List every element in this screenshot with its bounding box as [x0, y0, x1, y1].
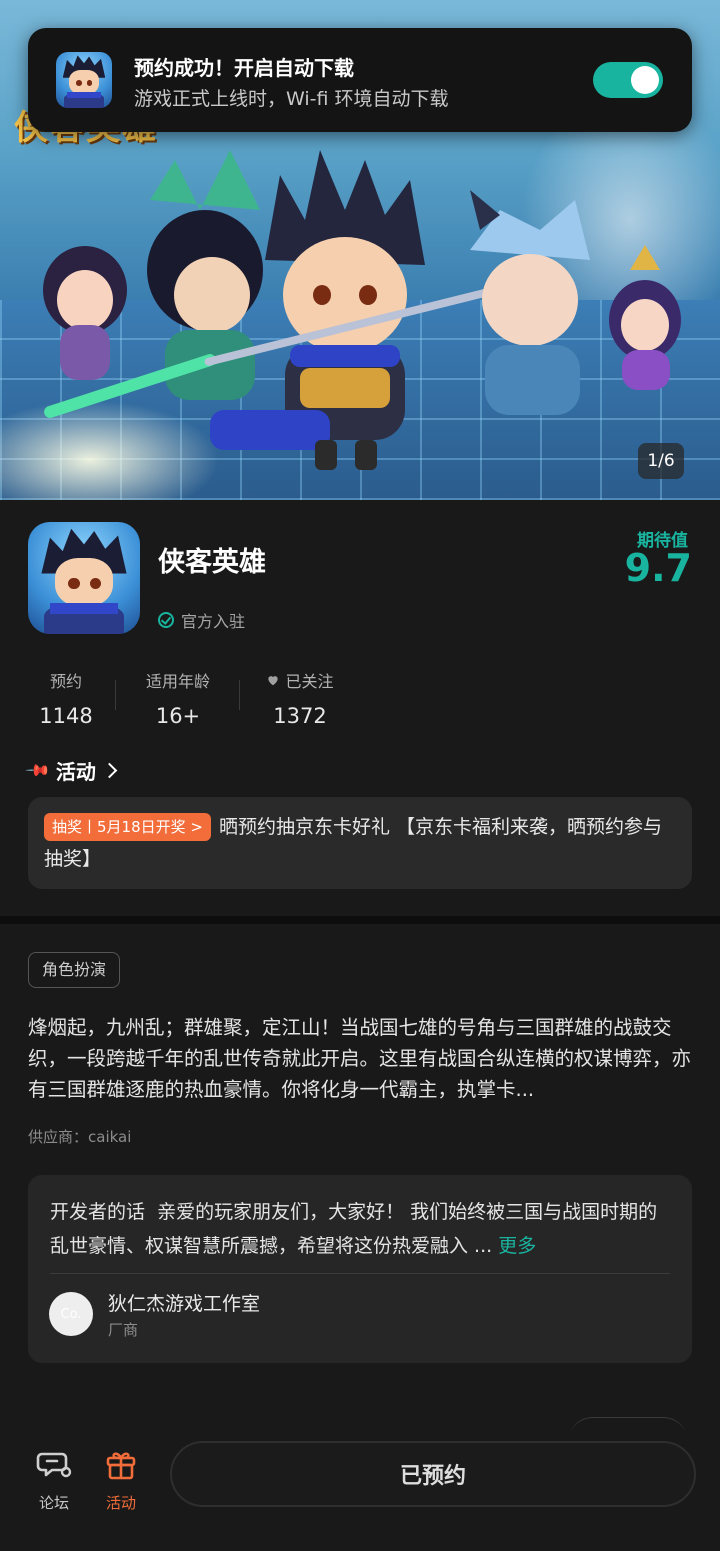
stat-label: 预约 — [49, 672, 82, 691]
nav-activity-label: 活动 — [105, 1494, 136, 1512]
stat-label-row: 已关注 — [254, 668, 346, 692]
stat-value: 16+ — [155, 704, 201, 728]
app-icon — [28, 522, 140, 634]
lottery-badge-label: 抽奖丨5月18日开奖 — [52, 818, 186, 836]
banner-page-counter: 1/6 — [638, 443, 684, 479]
nav-forum[interactable]: 论坛 — [24, 1446, 84, 1513]
toast-app-icon — [56, 52, 112, 108]
developer-name[interactable]: 狄仁杰游戏工作室 — [108, 1289, 260, 1316]
chevron-right-icon — [101, 762, 118, 779]
toast-subtitle: 游戏正式上线时，Wi-fi 环境自动下载 — [134, 88, 449, 110]
forum-icon — [36, 1452, 72, 1478]
activity-header[interactable]: 📌 活动 — [24, 756, 118, 785]
stat-label: 适用年龄 — [145, 672, 210, 691]
verified-label: 官方入驻 — [181, 612, 246, 631]
developer-avatar[interactable]: Co. — [49, 1292, 93, 1336]
verified-badge: 官方入驻 — [158, 608, 245, 632]
developer-card[interactable]: 开发者的话 亲爱的玩家朋友们，大家好！ 我们始终被三国与战国时期的乱世豪情、权谋… — [28, 1175, 692, 1363]
reservation-toast: 预约成功！开启自动下载 游戏正式上线时，Wi-fi 环境自动下载 — [28, 28, 692, 132]
supplier-label: 供应商：caikai — [28, 1128, 132, 1146]
developer-note: 开发者的话 亲爱的玩家朋友们，大家好！ 我们始终被三国与战国时期的乱世豪情、权谋… — [50, 1195, 672, 1263]
auto-download-toggle[interactable] — [593, 62, 663, 98]
toggle-knob — [631, 66, 659, 94]
activity-title: 活动 — [55, 760, 96, 784]
toast-title: 预约成功！开启自动下载 — [134, 56, 354, 80]
stat-value: 1372 — [273, 704, 327, 728]
stat-age-rating: 适用年龄 16+ — [130, 668, 226, 728]
section-divider — [0, 916, 720, 924]
stat-label: 已关注 — [285, 672, 334, 691]
stat-value: 1148 — [39, 704, 93, 728]
check-circle-icon — [158, 612, 174, 628]
app-name: 侠客英雄 — [158, 547, 266, 578]
stat-divider — [115, 680, 116, 710]
developer-divider — [50, 1273, 670, 1274]
game-description[interactable]: 烽烟起，九州乱；群雄聚，定江山！当战国七雄的号角与三国群雄的战鼓交织，一段跨越千… — [28, 1012, 692, 1105]
stat-reservations: 预约 1148 — [28, 668, 104, 728]
activity-card[interactable]: 抽奖丨5月18日开奖 > 晒预约抽京东卡好礼 【京东卡福利来袭，晒预约参与抽奖】 — [28, 797, 692, 889]
developer-role: 厂商 — [108, 1321, 139, 1339]
chevron-right-icon: > — [190, 818, 203, 836]
stat-divider — [239, 680, 240, 710]
nav-forum-label: 论坛 — [38, 1494, 69, 1512]
developer-note-prefix: 开发者的话 — [50, 1201, 146, 1223]
pin-icon: 📌 — [24, 756, 52, 785]
lottery-badge: 抽奖丨5月18日开奖 > — [44, 813, 211, 841]
heart-icon — [268, 676, 279, 686]
nav-activity[interactable]: 活动 — [91, 1446, 151, 1513]
stat-followers[interactable]: 已关注 1372 — [254, 668, 346, 728]
reserved-button[interactable]: 已预约 — [170, 1441, 696, 1507]
genre-tag[interactable]: 角色扮演 — [28, 952, 121, 988]
gift-icon — [106, 1452, 136, 1480]
more-link[interactable]: 更多 — [498, 1235, 536, 1257]
expect-score: 9.7 — [624, 546, 692, 590]
